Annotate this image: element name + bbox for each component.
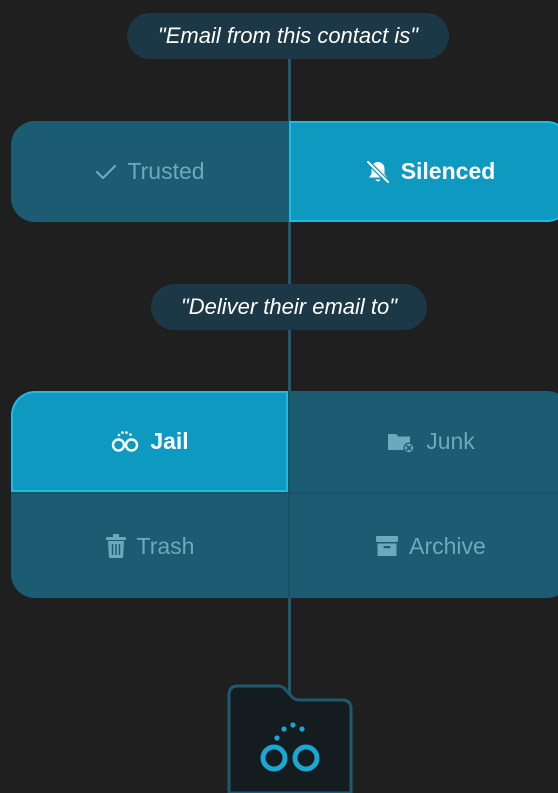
- jail-label: Jail: [150, 428, 189, 454]
- question-delivery: "Deliver their email to": [151, 284, 427, 330]
- folder-x-icon: [388, 433, 415, 453]
- junk-option[interactable]: Junk: [290, 391, 558, 492]
- checkmark-icon: [96, 164, 117, 179]
- question-contact-status-text: "Email from this contact is": [157, 23, 419, 48]
- trash-option[interactable]: Trash: [11, 494, 288, 598]
- archive-box-icon: [376, 536, 399, 556]
- trusted-option[interactable]: Trusted: [11, 121, 289, 222]
- delivery-options-grid: Jail Junk Trash Archive: [11, 391, 558, 598]
- archive-label: Archive: [409, 532, 486, 559]
- question-contact-status: "Email from this contact is": [127, 13, 449, 59]
- trusted-label: Trusted: [127, 158, 205, 184]
- jail-option[interactable]: Jail: [11, 391, 288, 492]
- jail-folder-icon: [227, 684, 353, 793]
- question-delivery-text: "Deliver their email to": [180, 294, 398, 319]
- junk-label: Junk: [426, 428, 475, 454]
- bell-slash-icon: [365, 159, 390, 184]
- contact-status-control: Trusted Silenced: [11, 121, 558, 222]
- trash-label: Trash: [136, 532, 195, 559]
- silenced-option[interactable]: Silenced: [289, 121, 558, 222]
- trash-icon: [105, 534, 126, 558]
- archive-option[interactable]: Archive: [290, 494, 558, 598]
- silenced-label: Silenced: [400, 158, 496, 184]
- handcuffs-icon: [112, 430, 139, 452]
